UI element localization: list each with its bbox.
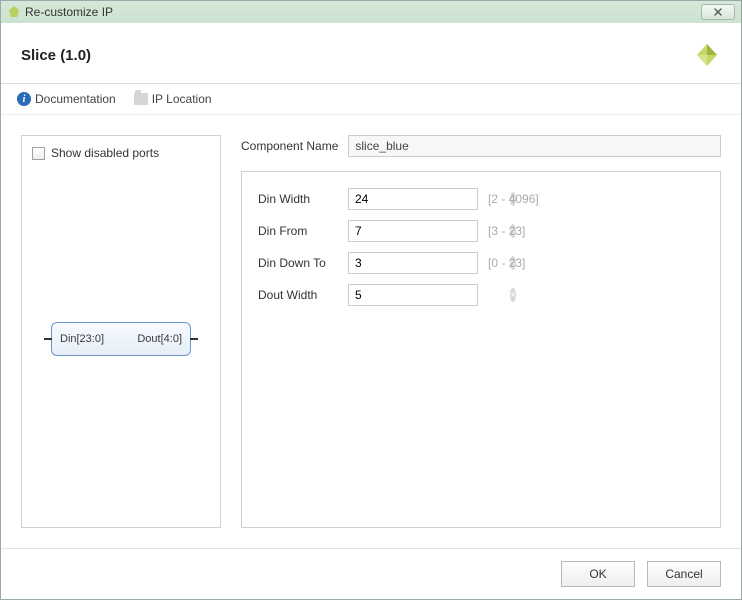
din-down-to-input[interactable] bbox=[355, 254, 510, 272]
window-title: Re-customize IP bbox=[25, 5, 113, 19]
header: Slice (1.0) bbox=[1, 23, 741, 84]
footer: OK Cancel bbox=[1, 548, 741, 599]
ip-block: Din[23:0] Dout[4:0] bbox=[51, 322, 191, 356]
param-hint: [0 - 23] bbox=[488, 256, 525, 270]
din-down-to-input-wrap: × bbox=[348, 252, 478, 274]
close-icon bbox=[713, 7, 723, 17]
param-hint: [3 - 23] bbox=[488, 224, 525, 238]
component-name-label: Component Name bbox=[241, 139, 338, 153]
param-label: Dout Width bbox=[258, 288, 338, 302]
param-hint: [2 - 4096] bbox=[488, 192, 539, 206]
config-panel: Component Name Din Width × [2 - 4096] Di… bbox=[241, 135, 721, 528]
documentation-link[interactable]: i Documentation bbox=[17, 92, 116, 106]
port-din: Din[23:0] bbox=[60, 333, 104, 345]
vendor-logo-icon bbox=[693, 41, 721, 69]
ok-button[interactable]: OK bbox=[561, 561, 635, 587]
param-row-din-down-to: Din Down To × [0 - 23] bbox=[258, 252, 704, 274]
param-row-dout-width: Dout Width × bbox=[258, 284, 704, 306]
toolbar: i Documentation IP Location bbox=[1, 84, 741, 115]
app-icon bbox=[7, 5, 21, 19]
din-from-input[interactable] bbox=[355, 222, 510, 240]
ip-location-label: IP Location bbox=[152, 92, 212, 106]
documentation-label: Documentation bbox=[35, 92, 116, 106]
info-icon: i bbox=[17, 92, 31, 106]
param-label: Din Down To bbox=[258, 256, 338, 270]
component-name-row: Component Name bbox=[241, 135, 721, 157]
close-button[interactable] bbox=[701, 4, 735, 20]
folder-icon bbox=[134, 93, 148, 105]
symbol-panel: Show disabled ports Din[23:0] Dout[4:0] bbox=[21, 135, 221, 528]
show-disabled-ports-label: Show disabled ports bbox=[51, 146, 159, 160]
din-from-input-wrap: × bbox=[348, 220, 478, 242]
din-width-input[interactable] bbox=[355, 190, 510, 208]
param-row-din-from: Din From × [3 - 23] bbox=[258, 220, 704, 242]
window: Re-customize IP Slice (1.0) i Documentat… bbox=[0, 0, 742, 600]
param-label: Din Width bbox=[258, 192, 338, 206]
component-name-input[interactable] bbox=[348, 135, 721, 157]
cancel-button[interactable]: Cancel bbox=[647, 561, 721, 587]
block-diagram: Din[23:0] Dout[4:0] bbox=[32, 160, 210, 517]
clear-icon[interactable]: × bbox=[510, 288, 516, 302]
port-dout: Dout[4:0] bbox=[137, 333, 182, 345]
dout-width-input[interactable] bbox=[355, 286, 510, 304]
param-label: Din From bbox=[258, 224, 338, 238]
dout-width-input-wrap: × bbox=[348, 284, 478, 306]
show-disabled-ports-checkbox[interactable] bbox=[32, 147, 45, 160]
param-row-din-width: Din Width × [2 - 4096] bbox=[258, 188, 704, 210]
page-title: Slice (1.0) bbox=[21, 47, 693, 64]
ip-location-link[interactable]: IP Location bbox=[134, 92, 212, 106]
parameters-box: Din Width × [2 - 4096] Din From × [3 - 2… bbox=[241, 171, 721, 528]
content: Show disabled ports Din[23:0] Dout[4:0] … bbox=[1, 115, 741, 548]
titlebar: Re-customize IP bbox=[1, 1, 741, 23]
din-width-input-wrap: × bbox=[348, 188, 478, 210]
show-disabled-ports-row: Show disabled ports bbox=[32, 146, 210, 160]
